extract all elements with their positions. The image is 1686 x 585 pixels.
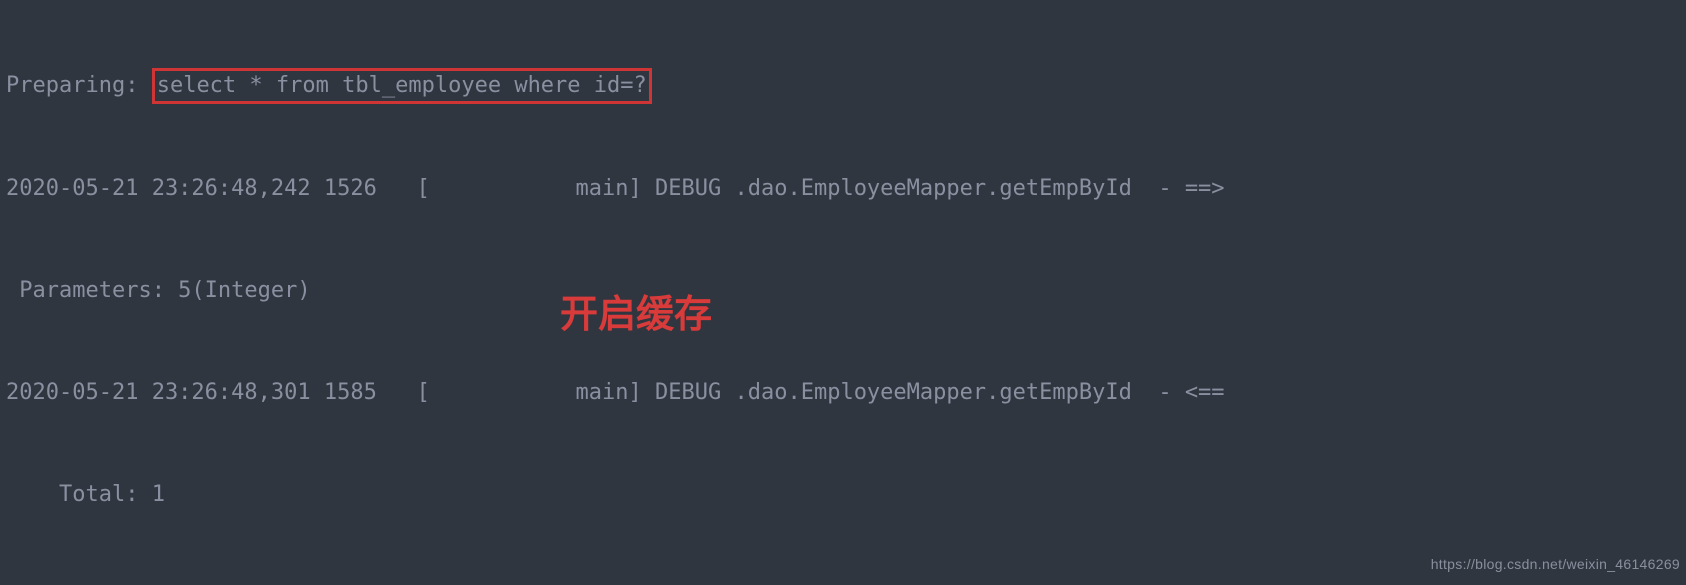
log-text: Preparing: [6, 73, 152, 98]
sql-highlight-box: select * from tbl_employee where id=? [152, 68, 652, 104]
log-line: 2020-05-21 23:26:48,301 1585 [ main] DEB… [6, 376, 1680, 410]
result-line: Employee(id=5, lastName=xiaobai, email=x… [6, 580, 1680, 585]
log-line: Total: 1 [6, 478, 1680, 512]
log-line: Parameters: 5(Integer) [6, 274, 1680, 308]
console-output: Preparing: select * from tbl_employee wh… [0, 0, 1686, 585]
log-line: 2020-05-21 23:26:48,242 1526 [ main] DEB… [6, 172, 1680, 206]
annotation-label: 开启缓存 [560, 298, 712, 332]
watermark-text: https://blog.csdn.net/weixin_46146269 [1431, 547, 1680, 581]
log-line: Preparing: select * from tbl_employee wh… [6, 68, 1680, 104]
